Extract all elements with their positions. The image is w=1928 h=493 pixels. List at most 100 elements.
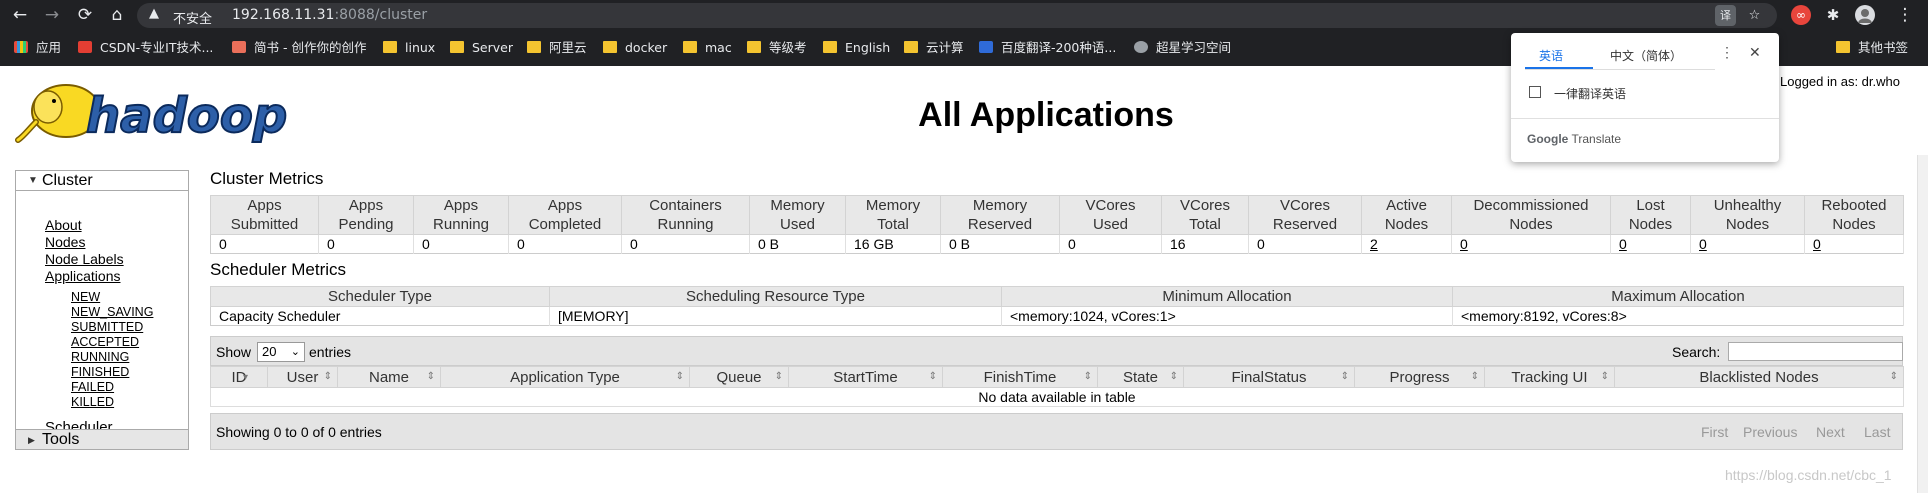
bookmark-aliyun[interactable]: 阿里云 — [527, 39, 587, 57]
puzzle-icon[interactable]: ✱ — [1823, 5, 1843, 25]
bookmark-mac[interactable]: mac — [683, 39, 732, 57]
metric-header-line2: Total — [877, 216, 909, 233]
bookmark-apps[interactable]: 应用 — [14, 39, 61, 57]
entries-label: entries — [309, 344, 352, 360]
metric-header-line2: Nodes — [1832, 216, 1876, 233]
nav-link-node-labels[interactable]: Node Labels — [45, 251, 124, 267]
security-label[interactable]: 不安全 — [173, 8, 212, 27]
url-text[interactable]: 192.168.11.31:8088/cluster — [232, 7, 427, 23]
bookmark-label: 云计算 — [926, 40, 964, 55]
metric-header-line2: Nodes — [1384, 216, 1429, 233]
page-size-select[interactable]: 20 ⌄ — [257, 342, 305, 362]
column-header[interactable]: FinalStatus ⇕ — [1183, 366, 1355, 388]
close-icon[interactable]: ✕ — [1749, 44, 1761, 61]
nav-link-applications[interactable]: Applications — [45, 268, 121, 284]
folder-icon — [383, 41, 397, 53]
reload-icon[interactable]: ⟳ — [75, 5, 95, 25]
metric-value: 16 GB — [845, 234, 941, 254]
bookmark-label: CSDN-专业IT技术... — [100, 40, 214, 55]
extension-icon[interactable]: ∞ — [1791, 5, 1811, 25]
bookmark-docker[interactable]: docker — [603, 39, 667, 57]
page-scrollbar[interactable] — [1917, 155, 1928, 493]
column-header[interactable]: StartTime ⇕ — [788, 366, 943, 388]
search-input[interactable] — [1728, 342, 1903, 361]
applications-table: ID ▾ User ⇕ Name ⇕ Application Type ⇕ Queue ⇕ Star… — [210, 366, 1904, 407]
avatar[interactable] — [1855, 5, 1875, 25]
column-header[interactable]: Blacklisted Nodes ⇕ — [1614, 366, 1904, 388]
home-icon[interactable]: ⌂ — [107, 5, 127, 25]
star-icon[interactable]: ☆ — [1744, 5, 1765, 26]
folder-icon — [904, 41, 918, 53]
nav-link-state-new[interactable]: NEW — [71, 290, 100, 304]
browser-menu-icon[interactable]: ⋮ — [1895, 5, 1915, 25]
column-header[interactable]: FinishTime ⇕ — [942, 366, 1098, 388]
pager-first-button[interactable]: First — [1701, 424, 1728, 440]
column-header-label: Queue — [716, 368, 762, 386]
scheduler-metric-header: Scheduler Type — [210, 286, 550, 307]
forward-arrow-icon[interactable]: → — [42, 5, 62, 25]
bookmark-dengjikao[interactable]: 等级考 — [747, 39, 807, 57]
pager-previous-button[interactable]: Previous — [1743, 424, 1797, 440]
scheduler-metric-header: Maximum Allocation — [1452, 286, 1904, 307]
nav-link-about[interactable]: About — [45, 217, 82, 233]
metric-header-line1: Active — [1386, 197, 1427, 214]
sort-icon: ⇕ — [1889, 371, 1898, 382]
bookmark-cloud[interactable]: 云计算 — [904, 39, 964, 57]
metric-header-line1: Apps — [443, 197, 479, 214]
nav-link-state-running[interactable]: RUNNING — [71, 350, 129, 364]
column-header[interactable]: User ⇕ — [267, 366, 338, 388]
column-header-label: State — [1122, 368, 1159, 386]
tab-target-language[interactable]: 中文（简体） — [1610, 47, 1682, 64]
column-header-label: Blacklisted Nodes — [1699, 368, 1819, 386]
bookmark-english[interactable]: English — [823, 39, 890, 57]
column-header[interactable]: State ⇕ — [1097, 366, 1184, 388]
bookmark-server[interactable]: Server — [450, 39, 513, 57]
nav-link-state-new-saving[interactable]: NEW_SAVING — [71, 305, 153, 319]
metric-value[interactable]: 0 — [1451, 234, 1611, 254]
bookmark-csdn[interactable]: CSDN-专业IT技术... — [78, 39, 213, 57]
bookmark-linux[interactable]: linux — [383, 39, 435, 57]
more-options-icon[interactable]: ⋮ — [1720, 44, 1734, 61]
column-header[interactable]: Name ⇕ — [337, 366, 441, 388]
nav-link-state-finished[interactable]: FINISHED — [71, 365, 129, 379]
nav-link-nodes[interactable]: Nodes — [45, 234, 85, 250]
globe-icon — [1134, 41, 1148, 53]
column-header[interactable]: Tracking UI ⇕ — [1484, 366, 1615, 388]
brand-translate: Translate — [1571, 132, 1622, 146]
pager-next-button[interactable]: Next — [1816, 424, 1845, 440]
sort-icon: ⇕ — [323, 371, 332, 382]
always-translate-checkbox[interactable] — [1529, 86, 1541, 98]
metric-value[interactable]: 0 — [1610, 234, 1691, 254]
column-header[interactable]: Queue ⇕ — [689, 366, 789, 388]
bookmark-chaoxing[interactable]: 超星学习空间 — [1134, 39, 1231, 57]
nav-link-state-accepted[interactable]: ACCEPTED — [71, 335, 139, 349]
folder-icon — [450, 41, 464, 53]
metric-value[interactable]: 0 — [1690, 234, 1805, 254]
tab-source-language[interactable]: 英语 — [1539, 47, 1563, 64]
metric-value[interactable]: 0 — [1804, 234, 1904, 254]
cluster-nav-header[interactable]: ▼ Cluster — [15, 170, 189, 191]
warning-icon[interactable]: ▲ — [149, 6, 159, 21]
nav-link-state-failed[interactable]: FAILED — [71, 380, 114, 394]
bookmark-other[interactable]: 其他书签 — [1836, 39, 1908, 57]
pager-last-button[interactable]: Last — [1864, 424, 1890, 440]
bookmark-jianshu[interactable]: 简书 - 创作你的创作 — [232, 39, 366, 57]
metric-header-line1: Unhealthy — [1713, 197, 1782, 214]
tools-nav-header[interactable]: ▶ Tools — [15, 429, 189, 450]
scheduler-metrics-title: Scheduler Metrics — [210, 260, 347, 279]
metric-header: VCores Reserved — [1248, 195, 1362, 235]
nav-link-state-killed[interactable]: KILLED — [71, 395, 114, 409]
column-header[interactable]: Progress ⇕ — [1354, 366, 1485, 388]
column-header[interactable]: ID ▾ — [210, 366, 268, 388]
metric-header: Rebooted Nodes — [1804, 195, 1904, 235]
metric-header: Memory Used — [749, 195, 846, 235]
column-header-label: User — [286, 368, 319, 386]
nav-link-state-submitted[interactable]: SUBMITTED — [71, 320, 143, 334]
translate-icon[interactable]: 译 — [1715, 5, 1736, 26]
address-bar[interactable]: ▲ 不安全 192.168.11.31:8088/cluster 译 ☆ — [137, 3, 1777, 28]
back-arrow-icon[interactable]: ← — [10, 5, 30, 25]
bookmark-baidu-translate[interactable]: 百度翻译-200种语... — [979, 39, 1116, 57]
metric-value[interactable]: 2 — [1361, 234, 1452, 254]
column-header-label: Tracking UI — [1511, 368, 1588, 386]
column-header[interactable]: Application Type ⇕ — [440, 366, 690, 388]
